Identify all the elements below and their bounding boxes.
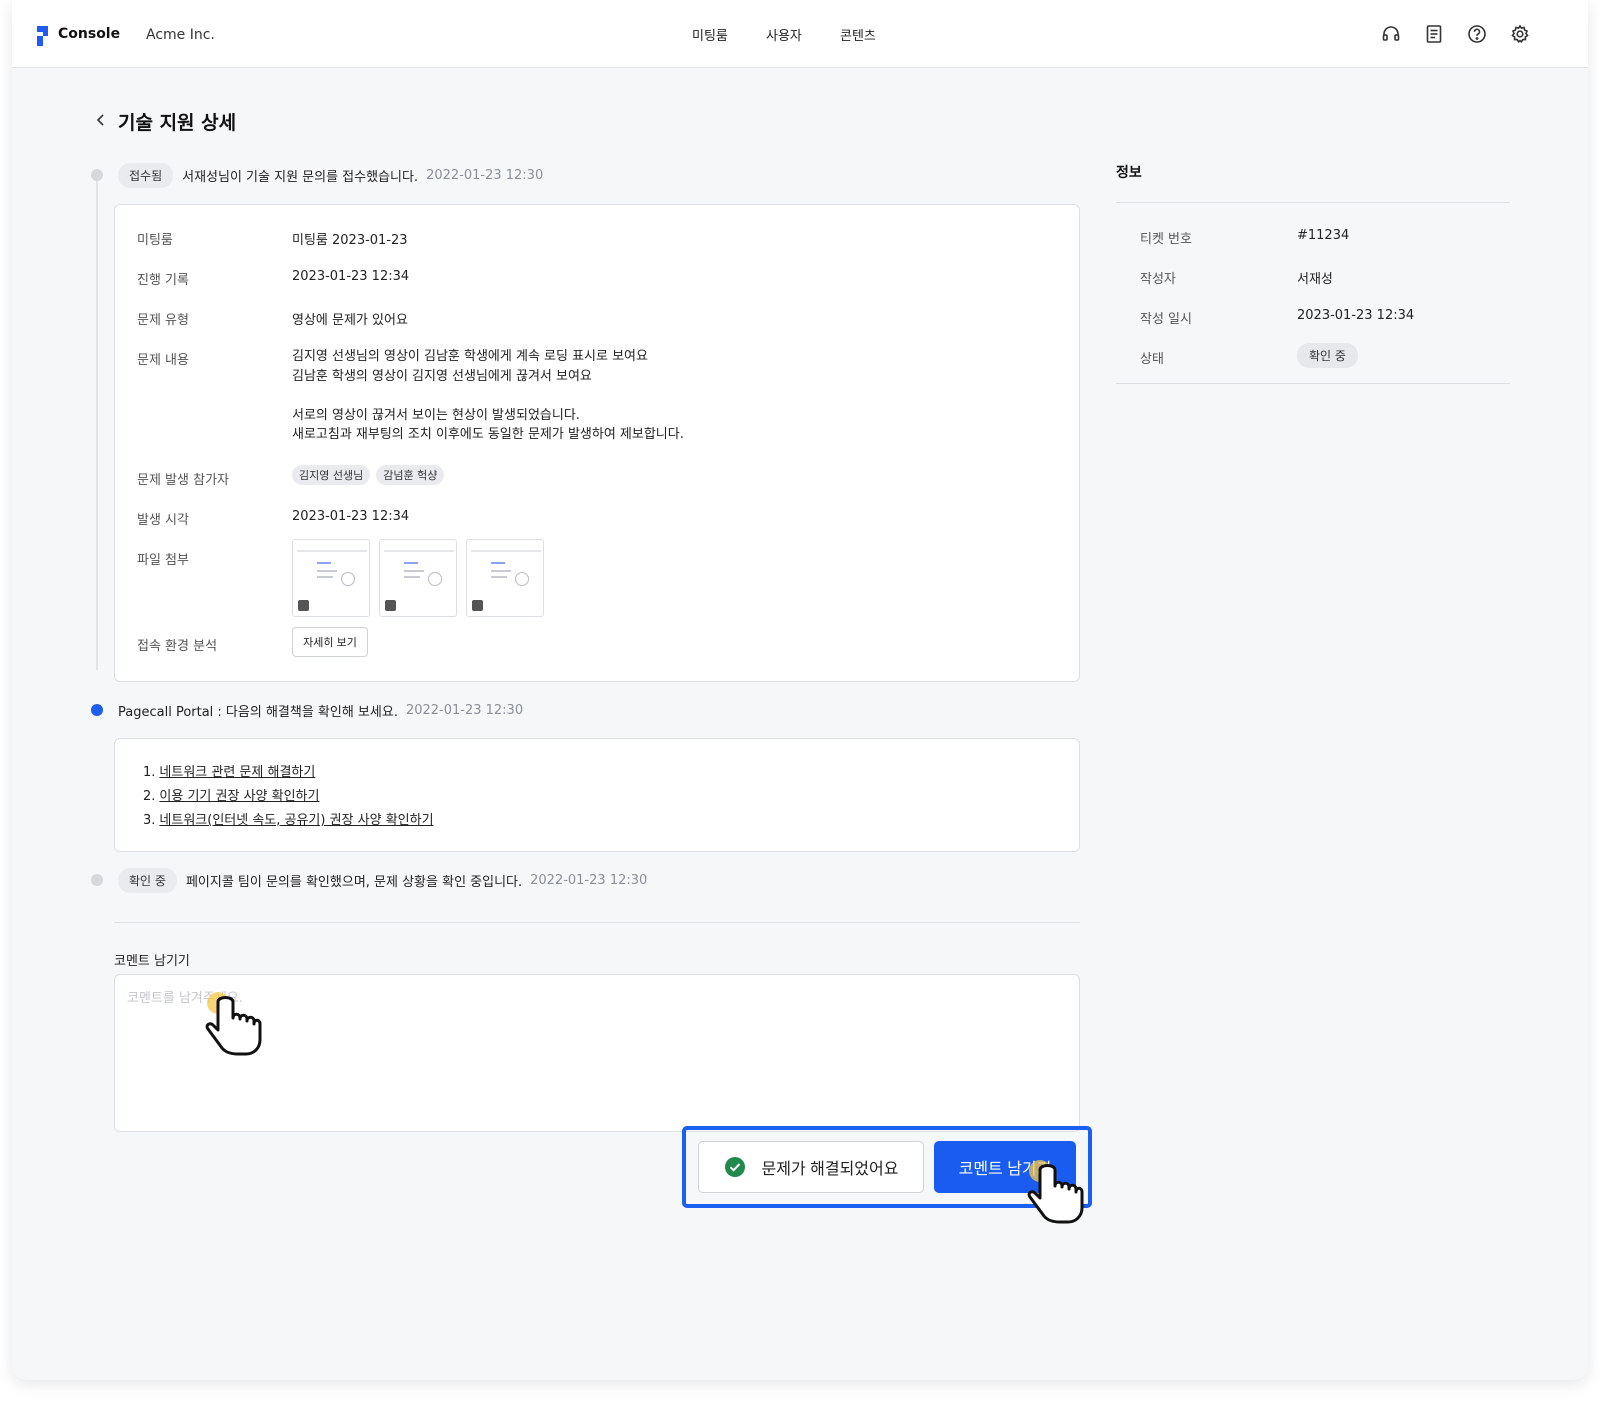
attachment-thumbnail[interactable]	[466, 539, 544, 617]
image-icon	[385, 600, 396, 611]
app-window: Console Acme Inc. 미팅룸 사용자 콘텐츠 기술 지원 상세 접…	[12, 0, 1588, 1380]
top-navigation-bar: Console Acme Inc. 미팅룸 사용자 콘텐츠	[12, 0, 1588, 68]
solution-link-device-spec[interactable]: 이용 기기 권장 사양 확인하기	[159, 789, 319, 804]
headset-icon[interactable]	[1381, 24, 1401, 44]
info-label-status: 상태	[1140, 352, 1164, 367]
detail-label-record: 진행 기록	[137, 273, 189, 288]
comment-section-label: 코멘트 남기기	[114, 954, 190, 969]
info-value-ticket-number: #11234	[1297, 228, 1350, 243]
attachment-thumbnail[interactable]	[379, 539, 457, 617]
video-play-icon	[472, 600, 483, 611]
settings-icon[interactable]	[1510, 24, 1530, 44]
issue-line: 새로고침과 재부팅의 조치 이후에도 동일한 문제가 발생하여 제보합니다.	[292, 427, 684, 442]
list-item: 1. 네트워크 관련 문제 해결하기	[143, 765, 316, 780]
organization-name[interactable]: Acme Inc.	[146, 27, 215, 43]
status-badge-checking: 확인 중	[118, 867, 177, 893]
section-divider	[114, 922, 1080, 923]
console-logo-icon	[37, 26, 48, 46]
participant-chip: 감넘훈 헉샹	[376, 465, 445, 485]
solutions-card: 1. 네트워크 관련 문제 해결하기 2. 이용 기기 권장 사양 확인하기 3. 네…	[114, 738, 1080, 852]
event-checking: 확인 중 페이지콜 팀이 문의를 확인했으며, 문제 상황을 확인 중입니다. …	[118, 867, 648, 893]
detail-label-issue-type: 문제 유형	[137, 313, 189, 328]
resolved-button[interactable]: 문제가 해결되었어요	[698, 1141, 924, 1193]
timeline-dot-received	[91, 169, 103, 181]
detail-value-issue-type: 영상에 문제가 있어요	[292, 313, 408, 328]
detail-value-issue-content: 김지영 선생님의 영상이 김남훈 학생에게 계속 로딩 표시로 보여요 김남훈 …	[292, 347, 684, 445]
timeline-dot-checking	[91, 874, 103, 886]
solution-link-network-spec[interactable]: 네트워크(인터넷 속도, 공유기) 권장 사양 확인하기	[159, 813, 433, 828]
detail-value-participants: 김지영 선생님 감넘훈 헉샹	[292, 465, 450, 485]
info-value-author: 서재성	[1297, 272, 1333, 287]
check-circle-icon	[724, 1157, 745, 1177]
document-icon[interactable]	[1424, 24, 1444, 44]
list-item: 2. 이용 기기 권장 사양 확인하기	[143, 789, 320, 804]
detail-label-meeting-room: 미팅룸	[137, 233, 173, 248]
detail-label-participants: 문제 발생 참가자	[137, 473, 229, 488]
solution-links: 1. 네트워크 관련 문제 해결하기 2. 이용 기기 권장 사양 확인하기 3. 네…	[143, 761, 434, 833]
event-text: Pagecall Portal : 다음의 해결책을 확인해 보세요.	[118, 704, 398, 720]
info-value-created-at: 2023-01-23 12:34	[1297, 308, 1415, 323]
issue-line: 서로의 영상이 끊겨서 보이는 현상이 발생되었습니다.	[292, 407, 580, 423]
info-label-ticket-number: 티켓 번호	[1140, 232, 1192, 247]
event-portal: Pagecall Portal : 다음의 해결책을 확인해 보세요. 2022…	[118, 698, 523, 722]
resolved-button-label: 문제가 해결되었어요	[761, 1161, 899, 1178]
solution-link-network[interactable]: 네트워크 관련 문제 해결하기	[159, 765, 315, 780]
info-divider-bottom	[1116, 383, 1510, 384]
image-icon	[298, 600, 309, 611]
nav-users[interactable]: 사용자	[766, 25, 802, 44]
back-arrow-icon[interactable]	[94, 113, 108, 127]
participant-chip: 김지영 선생님	[292, 465, 371, 485]
attachment-thumbnail[interactable]	[292, 539, 370, 617]
ticket-detail-card: 미팅룸 미팅룸 2023-01-23 진행 기록 2023-01-23 12:3…	[114, 204, 1080, 682]
detail-label-attachments: 파일 첨부	[137, 553, 189, 568]
timeline-dot-portal	[91, 704, 103, 716]
info-value-status-badge: 확인 중	[1297, 343, 1358, 368]
issue-line: 김지영 선생님의 영상이 김남훈 학생에게 계속 로딩 표시로 보여요	[292, 349, 648, 364]
info-label-author: 작성자	[1140, 272, 1176, 287]
detail-value-occurred-at: 2023-01-23 12:34	[292, 509, 410, 524]
event-text: 페이지콜 팀이 문의를 확인했으며, 문제 상황을 확인 중입니다.	[185, 874, 523, 890]
event-time: 2022-01-23 12:30	[405, 702, 524, 718]
detail-label-issue-content: 문제 내용	[137, 353, 189, 368]
status-badge-received: 접수됨	[118, 162, 174, 188]
timeline-line	[96, 176, 98, 670]
page-title: 기술 지원 상세	[118, 112, 237, 134]
submit-comment-button[interactable]: 코멘트 남기기	[934, 1141, 1076, 1193]
info-panel-title: 정보	[1116, 165, 1142, 181]
event-received: 접수됨 서재성님이 기술 지원 문의를 접수했습니다. 2022-01-23 1…	[118, 162, 544, 188]
info-label-created-at: 작성 일시	[1140, 312, 1192, 327]
issue-line: 김남훈 학생의 영상이 김지영 선생님에게 끊겨서 보여요	[292, 368, 592, 384]
help-icon[interactable]	[1467, 24, 1487, 44]
issue-line-blank	[292, 386, 684, 406]
event-time: 2022-01-23 12:30	[426, 167, 544, 183]
nav-contents[interactable]: 콘텐츠	[840, 25, 876, 44]
detail-value-record: 2023-01-23 12:34	[292, 269, 410, 284]
view-details-button[interactable]: 자세히 보기	[292, 627, 368, 657]
detail-value-meeting-room: 미팅룸 2023-01-23	[292, 233, 408, 248]
comment-textarea[interactable]	[114, 974, 1080, 1132]
detail-label-connection-analysis: 접속 환경 분석	[137, 639, 218, 654]
detail-label-occurred-at: 발생 시각	[137, 513, 189, 528]
event-text: 서재성님이 기술 지원 문의를 접수했습니다.	[182, 169, 419, 185]
info-divider-top	[1116, 202, 1510, 203]
brand-name[interactable]: Console	[58, 26, 120, 42]
event-time: 2022-01-23 12:30	[530, 872, 648, 888]
nav-meeting-rooms[interactable]: 미팅룸	[692, 25, 728, 44]
list-item: 3. 네트워크(인터넷 속도, 공유기) 권장 사양 확인하기	[143, 813, 434, 828]
